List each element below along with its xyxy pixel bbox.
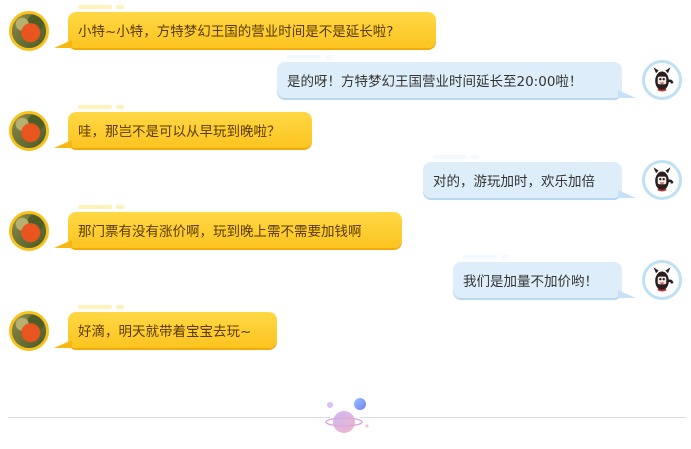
message-text: 对的，游玩加时，欢乐加倍 (433, 174, 595, 190)
message-row-user: 那门票有没有涨价啊，玩到晚上需不需要加钱啊 (0, 202, 691, 251)
mascot-icon (653, 267, 674, 292)
user-avatar[interactable] (9, 211, 49, 251)
bot-avatar[interactable] (642, 260, 682, 300)
divider-line-left (8, 417, 330, 418)
message-row-bot: 对的，游玩加时，欢乐加倍 (0, 152, 691, 200)
bot-avatar[interactable] (642, 60, 682, 100)
message-text: 哇，那岂不是可以从早玩到晚啦？ (78, 124, 281, 140)
message-bubble-user: 那门票有没有涨价啊，玩到晚上需不需要加钱啊 (54, 205, 402, 248)
message-row-user: 好滴，明天就带着宝宝去玩~ (0, 302, 691, 351)
message-bubble-user: 小特~小特，方特梦幻王国的营业时间是不是延长啦? (54, 5, 436, 48)
user-avatar[interactable] (9, 111, 49, 151)
bot-avatar[interactable] (642, 160, 682, 200)
mascot-icon (653, 67, 674, 92)
message-text: 好滴，明天就带着宝宝去玩~ (78, 324, 252, 340)
user-avatar[interactable] (9, 11, 49, 51)
user-avatar[interactable] (9, 311, 49, 351)
message-bubble-bot: 对的，游玩加时，欢乐加倍 (423, 155, 636, 198)
planet-icon (325, 398, 369, 433)
message-bubble-user: 哇，那岂不是可以从早玩到晚啦？ (54, 105, 312, 148)
message-bubble-bot: 是的呀！方特梦幻王国营业时间延长至20:00啦！ (277, 55, 636, 98)
message-row-user: 哇，那岂不是可以从早玩到晚啦？ (0, 102, 691, 151)
message-text: 那门票有没有涨价啊，玩到晚上需不需要加钱啊 (78, 224, 362, 240)
message-bubble-bot: 我们是加量不加价哟！ (453, 255, 636, 298)
message-row-bot: 我们是加量不加价哟！ (0, 252, 691, 300)
message-bubble-user: 好滴，明天就带着宝宝去玩~ (54, 305, 277, 348)
message-text: 小特~小特，方特梦幻王国的营业时间是不是延长啦? (78, 24, 394, 40)
divider-line-right (360, 417, 686, 418)
message-row-bot: 是的呀！方特梦幻王国营业时间延长至20:00啦！ (0, 52, 691, 100)
message-text: 我们是加量不加价哟！ (463, 274, 598, 290)
message-row-user: 小特~小特，方特梦幻王国的营业时间是不是延长啦? (0, 2, 691, 51)
message-text: 是的呀！方特梦幻王国营业时间延长至20:00啦！ (287, 74, 583, 90)
mascot-icon (653, 167, 674, 192)
